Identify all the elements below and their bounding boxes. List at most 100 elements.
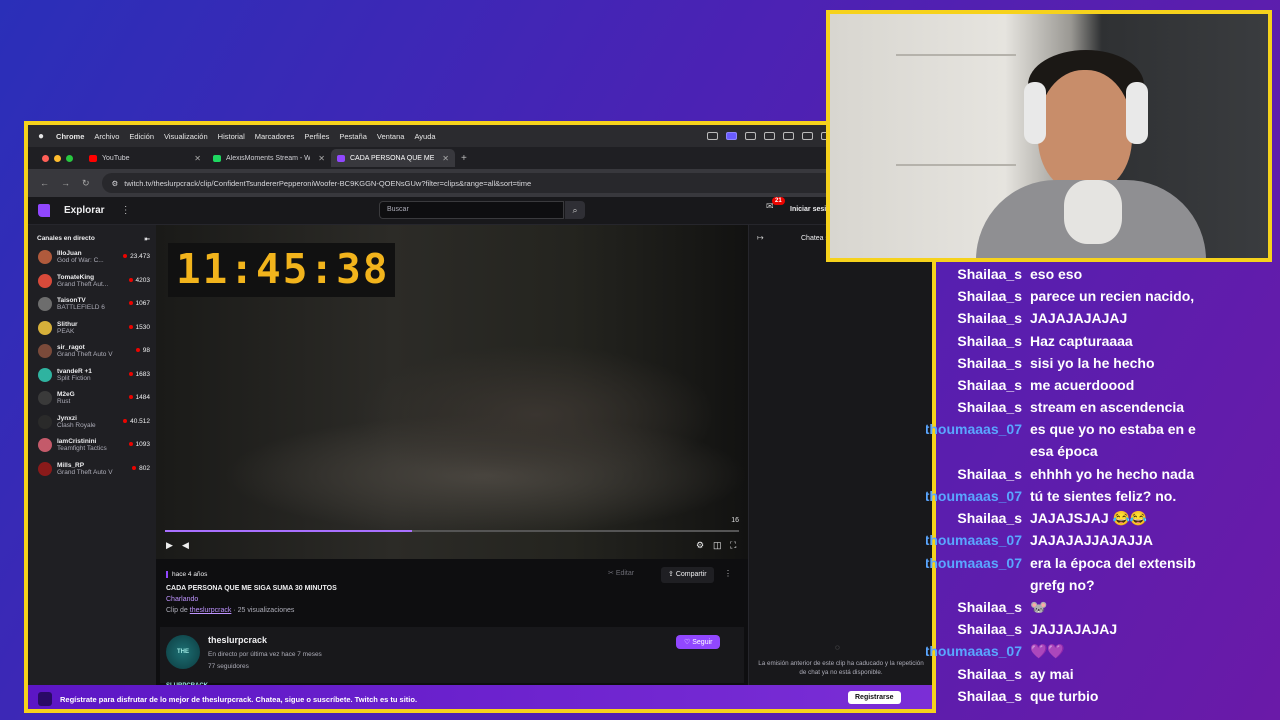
sidebar-channel[interactable]: IamCristinini Teamfight Tactics 1093 <box>28 435 156 459</box>
site-info-icon[interactable]: ⚙ <box>112 179 119 188</box>
cabinet-line <box>896 54 1016 56</box>
heart-icon: ♡ <box>684 639 693 646</box>
tray-icon[interactable] <box>783 132 794 140</box>
sidebar-channel[interactable]: TomateKing Grand Theft Aut... 4203 <box>28 271 156 295</box>
menu-marcadores[interactable]: Marcadores <box>255 132 295 141</box>
clip-chat-panel: ↦ Chatea sobre este clip ◌ La emisión an… <box>748 225 932 685</box>
chat-username[interactable]: thoumaaas_07 <box>926 555 1022 571</box>
more-options-icon[interactable]: ⋮ <box>724 569 732 578</box>
follow-button[interactable]: ♡ Seguir <box>676 635 721 649</box>
maximize-window-button[interactable] <box>66 154 73 162</box>
search-input[interactable]: Buscar <box>379 201 564 219</box>
close-icon[interactable]: ✕ <box>194 154 201 163</box>
wifi-icon[interactable] <box>802 132 813 140</box>
chat-username[interactable]: Shailaa_s <box>957 355 1022 371</box>
clip-author-link[interactable]: theslurpcrack <box>190 607 232 614</box>
seek-bar[interactable] <box>165 530 739 532</box>
menu-historial[interactable]: Historial <box>218 132 245 141</box>
expand-chat-icon[interactable]: ↦ <box>757 233 764 242</box>
close-icon[interactable]: ✕ <box>318 154 325 163</box>
sidebar-channel[interactable]: Jynxzi Clash Royale 40.512 <box>28 412 156 436</box>
chat-username[interactable]: Shailaa_s <box>957 510 1022 526</box>
settings-icon[interactable]: ⚙ <box>696 540 704 551</box>
sidebar-channel[interactable]: IlloJuan God of War: C... 23.473 <box>28 247 156 271</box>
minimize-window-button[interactable] <box>54 154 61 162</box>
sidebar-channel[interactable]: Slithur PEAK 1530 <box>28 318 156 342</box>
channel-name[interactable]: theslurpcrack <box>208 635 267 645</box>
chat-username[interactable]: Shailaa_s <box>957 288 1022 304</box>
tray-icon[interactable] <box>745 132 756 140</box>
tab-twitch-clip[interactable]: CADA PERSONA QUE ME SI ✕ <box>331 149 455 167</box>
chat-username[interactable]: Shailaa_s <box>957 599 1022 615</box>
forward-icon[interactable]: → <box>61 178 70 188</box>
menu-visualizacion[interactable]: Visualización <box>164 132 208 141</box>
back-icon[interactable]: ← <box>40 178 49 188</box>
chat-username[interactable]: Shailaa_s <box>957 399 1022 415</box>
url-field[interactable]: ⚙ twitch.tv/theslurpcrack/clip/Confident… <box>101 173 862 193</box>
sidebar-channel[interactable]: TaisonTV BATTLEFIELD 6 1067 <box>28 294 156 318</box>
volume-icon[interactable]: ◀ <box>182 540 189 551</box>
avatar <box>38 367 52 382</box>
sidebar-channel[interactable]: M2eG Rust 1484 <box>28 388 156 412</box>
search-icon: ⌕ <box>572 205 578 215</box>
chat-username[interactable]: Shailaa_s <box>957 266 1022 282</box>
close-window-button[interactable] <box>42 154 49 162</box>
viewer-count: 1093 <box>129 441 150 448</box>
menu-pestana[interactable]: Pestaña <box>339 132 367 141</box>
new-tab-icon[interactable]: + <box>455 153 467 164</box>
theatre-mode-icon[interactable]: ◫ <box>713 540 722 551</box>
tab-youtube[interactable]: YouTube ✕ <box>83 149 207 167</box>
tray-icon[interactable] <box>707 132 718 140</box>
sidebar-channel[interactable]: sir_ragot Grand Theft Auto V 98 <box>28 341 156 365</box>
menu-archivo[interactable]: Archivo <box>94 132 119 141</box>
menu-ventana[interactable]: Ventana <box>377 132 405 141</box>
twitch-logo-icon[interactable] <box>38 204 50 217</box>
chat-username[interactable]: Shailaa_s <box>957 688 1022 704</box>
chat-username[interactable]: Shailaa_s <box>957 377 1022 393</box>
viewer-count: 1530 <box>129 324 150 331</box>
channel-game: BATTLEFIELD 6 <box>57 304 105 311</box>
chat-username[interactable]: Shailaa_s <box>957 466 1022 482</box>
chat-username[interactable]: Shailaa_s <box>957 333 1022 349</box>
tab-alexis[interactable]: AlexisMoments Stream - Wan ✕ <box>207 149 331 167</box>
fullscreen-icon[interactable]: ⛶ <box>730 540 736 551</box>
apple-icon[interactable]: ● <box>38 131 44 142</box>
kick-icon <box>213 154 221 162</box>
chat-text: tú te sientes feliz? no. <box>1030 488 1177 504</box>
share-button[interactable]: ⇪ Compartir <box>661 567 714 583</box>
menu-chrome[interactable]: Chrome <box>56 132 84 141</box>
microphone <box>1064 180 1122 244</box>
close-icon[interactable]: ✕ <box>442 154 449 163</box>
collapse-sidebar-icon[interactable]: ⇤ <box>145 235 150 243</box>
chat-username[interactable]: Shailaa_s <box>957 310 1022 326</box>
avatar[interactable]: THE SLURPCRACK <box>166 635 208 689</box>
menu-perfiles[interactable]: Perfiles <box>304 132 329 141</box>
video-player[interactable]: 11:45:38 16 ▶ ◀ ⚙ ◫ ⛶ <box>156 225 748 559</box>
chat-username[interactable]: thoumaaas_07 <box>926 643 1022 659</box>
notifications-button[interactable]: ✉ 21 <box>766 197 785 212</box>
search-button[interactable]: ⌕ <box>565 201 585 219</box>
menu-ayuda[interactable]: Ayuda <box>414 132 435 141</box>
more-icon[interactable]: ⋮ <box>121 205 131 216</box>
tray-icon[interactable] <box>764 132 775 140</box>
viewer-count: 98 <box>136 347 150 354</box>
register-button[interactable]: Registrarse <box>848 691 901 704</box>
channel-game: God of War: C... <box>57 257 104 264</box>
chat-username[interactable]: thoumaaas_07 <box>926 532 1022 548</box>
play-icon[interactable]: ▶ <box>166 540 173 551</box>
chat-username[interactable]: Shailaa_s <box>957 621 1022 637</box>
explore-link[interactable]: Explorar <box>64 205 105 216</box>
twitch-icon <box>337 154 345 162</box>
edit-button[interactable]: ✂ Editar <box>608 569 634 577</box>
menu-edicion[interactable]: Edición <box>129 132 154 141</box>
chat-username[interactable]: thoumaaas_07 <box>926 488 1022 504</box>
category-link[interactable]: Charlando <box>166 596 198 603</box>
webcam-feed <box>826 10 1272 262</box>
reload-icon[interactable]: ↻ <box>82 178 90 189</box>
sidebar-channel[interactable]: tvandeR +1 Split Fiction 1683 <box>28 365 156 389</box>
sidebar-channel[interactable]: Mills_RP Grand Theft Auto V 802 <box>28 459 156 483</box>
chat-username[interactable]: Shailaa_s <box>957 666 1022 682</box>
tray-icon[interactable] <box>726 132 737 140</box>
chat-text: stream en ascendencia <box>1030 399 1185 416</box>
chat-username[interactable]: thoumaaas_07 <box>926 421 1022 437</box>
